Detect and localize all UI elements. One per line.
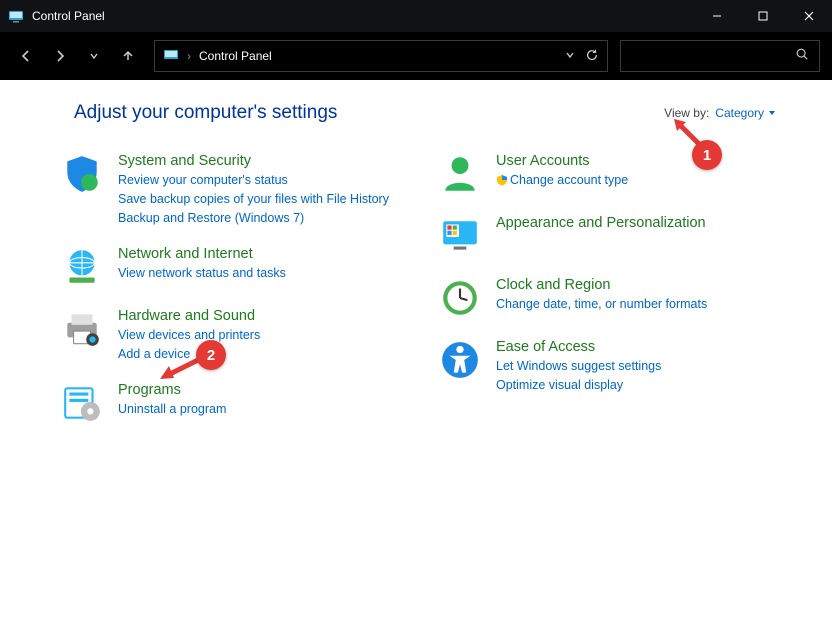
uac-shield-icon (496, 174, 508, 186)
category-link[interactable]: Uninstall a program (118, 401, 226, 418)
view-by-dropdown[interactable]: Category (715, 106, 776, 120)
category-link[interactable]: Backup and Restore (Windows 7) (118, 210, 389, 227)
category-programs: Programs Uninstall a program (60, 381, 418, 425)
view-by-value: Category (715, 106, 764, 120)
category-heading[interactable]: Network and Internet (118, 245, 286, 263)
globe-icon (60, 245, 104, 289)
forward-button[interactable] (46, 42, 74, 70)
view-by-label: View by: (664, 106, 709, 120)
category-link[interactable]: Optimize visual display (496, 377, 661, 394)
category-link[interactable]: Save backup copies of your files with Fi… (118, 191, 389, 208)
category-heading[interactable]: Programs (118, 381, 226, 399)
search-icon (795, 47, 809, 66)
category-user-accounts: User Accounts Change account type (438, 152, 796, 196)
chevron-right-icon: › (187, 49, 191, 63)
category-heading[interactable]: User Accounts (496, 152, 628, 170)
category-heading[interactable]: Appearance and Personalization (496, 214, 706, 232)
category-heading[interactable]: Ease of Access (496, 338, 661, 356)
close-button[interactable] (786, 0, 832, 32)
annotation-badge-1: 1 (692, 140, 722, 170)
printer-icon (60, 307, 104, 351)
annotation-badge-2: 2 (196, 340, 226, 370)
address-icon (163, 47, 179, 66)
toolbar: › Control Panel (0, 32, 832, 80)
left-column: System and Security Review your computer… (60, 152, 418, 425)
up-button[interactable] (114, 42, 142, 70)
category-hardware-sound: Hardware and Sound View devices and prin… (60, 307, 418, 363)
category-appearance: Appearance and Personalization (438, 214, 796, 258)
search-box[interactable] (620, 40, 820, 72)
minimize-button[interactable] (694, 0, 740, 32)
back-button[interactable] (12, 42, 40, 70)
refresh-button[interactable] (585, 48, 599, 65)
chevron-down-icon (768, 109, 776, 117)
category-link[interactable]: Add a device (118, 346, 260, 363)
recent-dropdown[interactable] (80, 42, 108, 70)
monitor-icon (438, 214, 482, 258)
accessibility-icon (438, 338, 482, 382)
category-link[interactable]: View devices and printers (118, 327, 260, 344)
clock-icon (438, 276, 482, 320)
category-system-security: System and Security Review your computer… (60, 152, 418, 227)
app-icon (8, 8, 24, 24)
titlebar: Control Panel (0, 0, 832, 32)
content-area: Adjust your computer's settings View by:… (0, 80, 832, 634)
category-network-internet: Network and Internet View network status… (60, 245, 418, 289)
user-icon (438, 152, 482, 196)
page-title: Adjust your computer's settings (74, 102, 337, 124)
category-link[interactable]: Change account type (496, 172, 628, 189)
category-link[interactable]: Change date, time, or number formats (496, 296, 707, 313)
category-heading[interactable]: Clock and Region (496, 276, 707, 294)
category-link[interactable]: Review your computer's status (118, 172, 389, 189)
address-bar[interactable]: › Control Panel (154, 40, 608, 72)
view-by: View by: Category (664, 106, 776, 120)
category-clock-region: Clock and Region Change date, time, or n… (438, 276, 796, 320)
category-link[interactable]: Let Windows suggest settings (496, 358, 661, 375)
address-location: Control Panel (199, 49, 272, 63)
shield-icon (60, 152, 104, 196)
category-ease-of-access: Ease of Access Let Windows suggest setti… (438, 338, 796, 394)
address-dropdown-icon[interactable] (565, 49, 575, 63)
category-heading[interactable]: Hardware and Sound (118, 307, 260, 325)
maximize-button[interactable] (740, 0, 786, 32)
right-column: User Accounts Change account type Appear… (438, 152, 796, 425)
programs-icon (60, 381, 104, 425)
category-link[interactable]: View network status and tasks (118, 265, 286, 282)
window-title: Control Panel (32, 9, 105, 23)
category-heading[interactable]: System and Security (118, 152, 389, 170)
